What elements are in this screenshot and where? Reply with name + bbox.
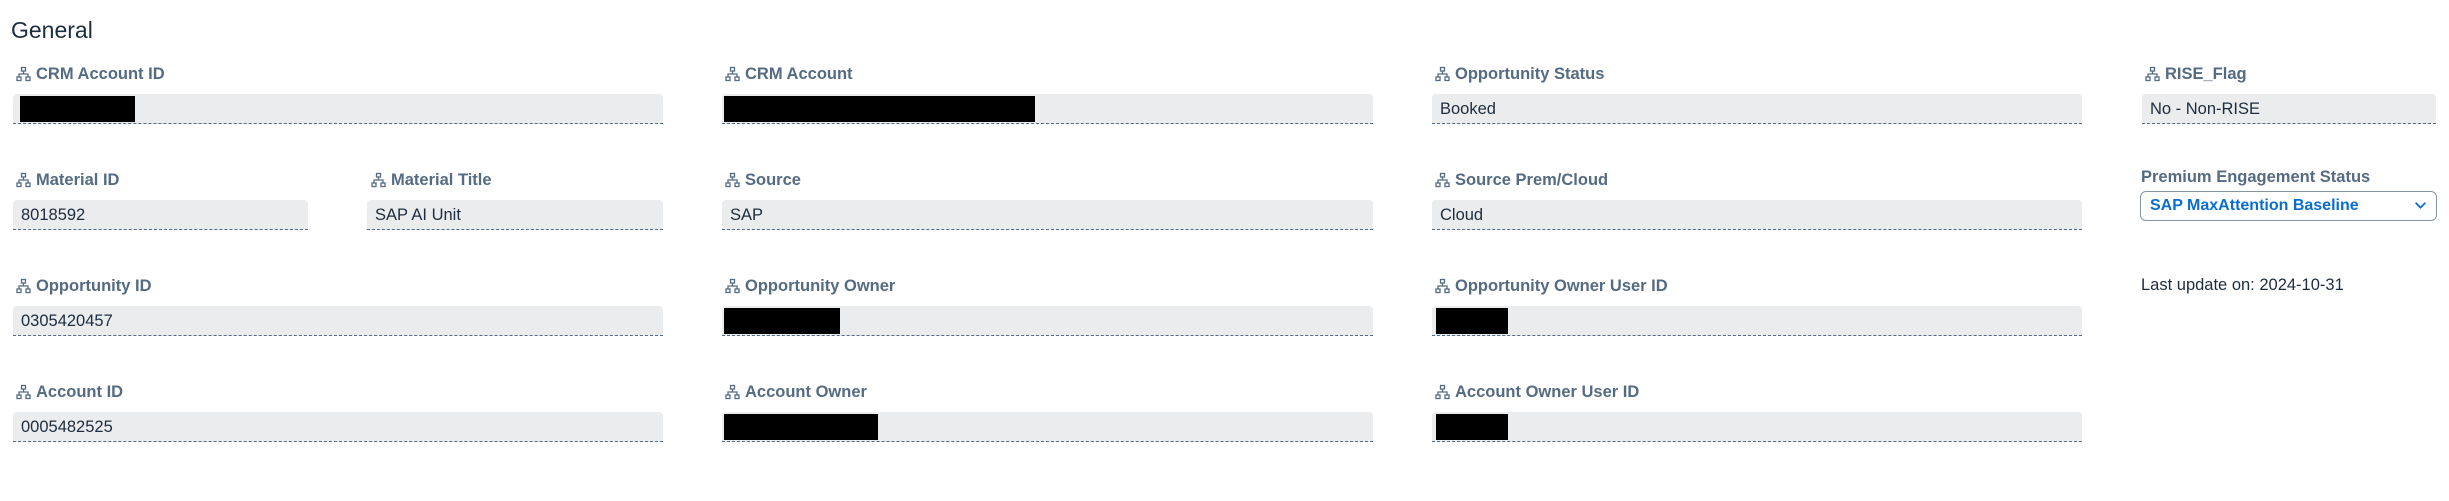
label-opportunity-owner-user-id: Opportunity Owner User ID	[1434, 275, 1668, 297]
account-owner-user-id-field	[1432, 412, 2082, 442]
opportunity-owner-user-id-field	[1432, 306, 2082, 336]
label-text: Account Owner User ID	[1455, 382, 1640, 401]
select-value: SAP MaxAttention Baseline	[2150, 197, 2359, 214]
label-account-id: Account ID	[15, 381, 123, 403]
label-opportunity-id: Opportunity ID	[15, 275, 151, 297]
label-text: Material ID	[36, 170, 120, 189]
hierarchy-icon	[16, 278, 31, 294]
label-material-id: Material ID	[15, 169, 119, 191]
hierarchy-icon	[1435, 384, 1450, 400]
label-crm-account-id: CRM Account ID	[15, 63, 165, 85]
premium-engagement-status-select[interactable]: SAP MaxAttention Baseline	[2140, 191, 2437, 221]
hierarchy-icon	[725, 66, 740, 82]
hierarchy-icon	[1435, 172, 1450, 188]
label-account-owner-user-id: Account Owner User ID	[1434, 381, 1639, 403]
hierarchy-icon	[1435, 278, 1450, 294]
label-text: RISE_Flag	[2165, 64, 2247, 83]
hierarchy-icon	[725, 172, 740, 188]
label-text: Account ID	[36, 382, 124, 401]
hierarchy-icon	[16, 384, 31, 400]
redaction-block	[724, 96, 1035, 122]
label-text: Account Owner	[745, 382, 867, 401]
label-text: CRM Account	[745, 64, 853, 83]
hierarchy-icon	[16, 66, 31, 82]
crm-account-id-field	[13, 94, 663, 124]
last-update-text: Last update on: 2024-10-31	[2141, 276, 2344, 294]
label-text: Source	[745, 170, 801, 189]
account-owner-field	[722, 412, 1373, 442]
label-rise-flag: RISE_Flag	[2144, 63, 2247, 85]
label-source: Source	[724, 169, 801, 191]
premium-engagement-status-label: Premium Engagement Status	[2141, 168, 2371, 186]
label-source-prem-cloud: Source Prem/Cloud	[1434, 169, 1608, 191]
label-text: Opportunity Owner	[745, 276, 896, 295]
redaction-block	[1436, 308, 1508, 334]
label-opportunity-status: Opportunity Status	[1434, 63, 1604, 85]
opportunity-id-field: 0305420457	[13, 306, 663, 336]
hierarchy-icon	[2145, 66, 2160, 82]
material-title-field: SAP AI Unit	[367, 200, 663, 230]
redaction-block	[724, 414, 878, 440]
hierarchy-icon	[725, 384, 740, 400]
redaction-block	[724, 308, 840, 334]
label-text: Opportunity Status	[1455, 64, 1605, 83]
account-id-field: 0005482525	[13, 412, 663, 442]
label-material-title: Material Title	[370, 169, 492, 191]
source-prem-cloud-field: Cloud	[1432, 200, 2082, 230]
redaction-block	[20, 96, 135, 122]
hierarchy-icon	[371, 172, 386, 188]
label-account-owner: Account Owner	[724, 381, 867, 403]
hierarchy-icon	[16, 172, 31, 188]
crm-account-field	[722, 94, 1373, 124]
label-opportunity-owner: Opportunity Owner	[724, 275, 895, 297]
section-title: General	[11, 17, 93, 43]
opportunity-owner-field	[722, 306, 1373, 336]
label-text: CRM Account ID	[36, 64, 165, 83]
label-text: Material Title	[391, 170, 492, 189]
rise-flag-field: No - Non-RISE	[2142, 94, 2436, 124]
hierarchy-icon	[1435, 66, 1450, 82]
chevron-down-icon[interactable]	[2414, 199, 2427, 212]
source-field: SAP	[722, 200, 1373, 230]
label-text: Source Prem/Cloud	[1455, 170, 1609, 189]
label-text: Opportunity ID	[36, 276, 152, 295]
opportunity-status-field: Booked	[1432, 94, 2082, 124]
material-id-field: 8018592	[13, 200, 308, 230]
label-crm-account: CRM Account	[724, 63, 853, 85]
hierarchy-icon	[725, 278, 740, 294]
redaction-block	[1436, 414, 1508, 440]
label-text: Opportunity Owner User ID	[1455, 276, 1668, 295]
